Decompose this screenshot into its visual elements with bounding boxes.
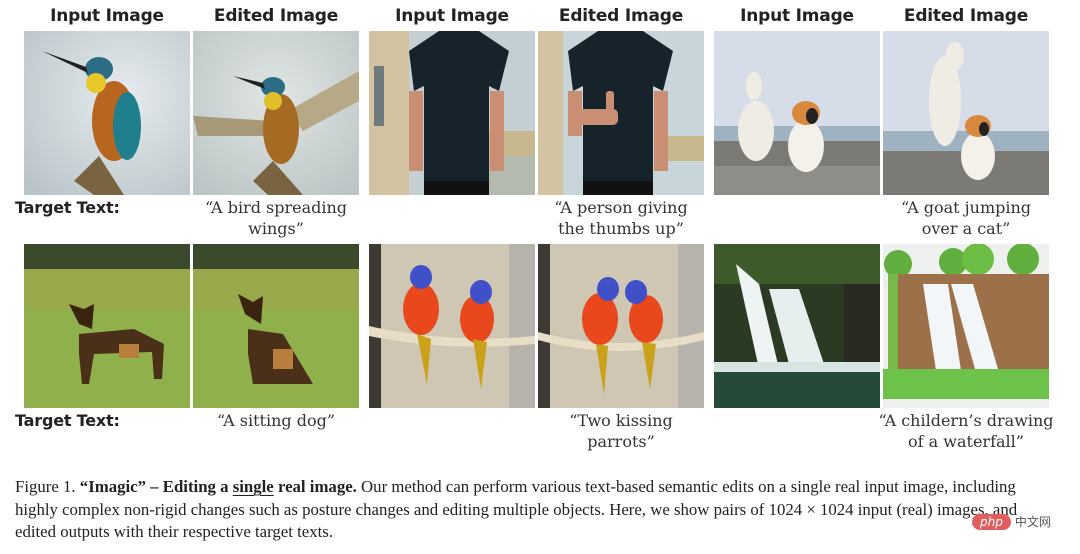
image-bird-edited (193, 31, 359, 195)
column-header-edited-2: Edited Image (558, 6, 684, 26)
target-text-person: “A person giving the thumbs up” (554, 198, 688, 238)
image-parrots-input (369, 244, 535, 408)
image-waterfall-edited (883, 244, 1049, 408)
target-text-label-row-2: Target Text: (15, 411, 120, 430)
image-dog-edited (193, 244, 359, 408)
target-text-bird: “A bird spreading wings” (204, 198, 348, 238)
column-header-input-2: Input Image (395, 6, 509, 26)
image-waterfall-input (714, 244, 880, 408)
image-person-edited (538, 31, 704, 195)
image-goat-cat-edited (883, 31, 1049, 195)
figure-caption-title-2: real image. (273, 477, 357, 496)
watermark: php 中文网 (972, 513, 1051, 530)
target-text-label-row-1: Target Text: (15, 198, 120, 217)
column-header-edited-1: Edited Image (213, 6, 339, 26)
figure-caption-title-1: “Imagic” – Editing a (79, 477, 233, 496)
image-person-input (369, 31, 535, 195)
target-text-parrots: “Two kissing parrots” (569, 411, 673, 451)
watermark-brand: php (972, 513, 1011, 530)
watermark-suffix: 中文网 (1014, 515, 1051, 529)
figure-caption: Figure 1. “Imagic” – Editing a single re… (15, 476, 1061, 544)
image-goat-cat-input (714, 31, 880, 195)
column-header-edited-3: Edited Image (903, 6, 1029, 26)
image-parrots-edited (538, 244, 704, 408)
target-text-dog: “A sitting dog” (217, 411, 335, 430)
target-text-waterfall: “A childern’s drawing of a waterfall” (878, 411, 1054, 451)
target-text-goat: “A goat jumping over a cat” (900, 198, 1032, 238)
figure-caption-title-underlined: single (232, 477, 274, 496)
image-dog-input (24, 244, 190, 408)
column-header-input-1: Input Image (50, 6, 164, 26)
column-header-input-3: Input Image (740, 6, 854, 26)
image-bird-input (24, 31, 190, 195)
figure-caption-prefix: Figure 1. (15, 477, 80, 496)
